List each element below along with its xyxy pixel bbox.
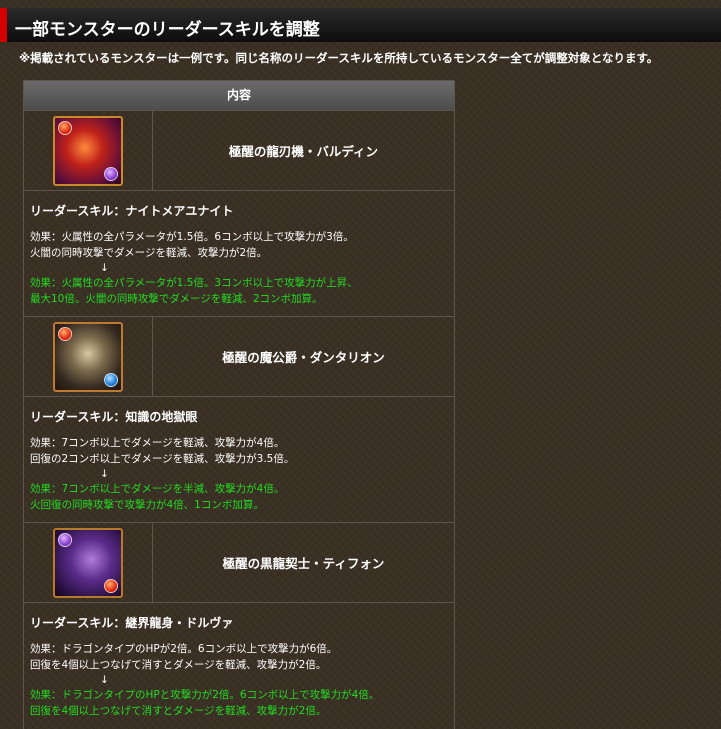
dark-orb-icon: [104, 166, 118, 181]
water-orb-icon: [104, 372, 118, 387]
after-effect-line: 回復を4個以上つなげて消すとダメージを軽減、攻撃力が2倍。: [30, 705, 327, 717]
leader-skill-name: リーダースキル：知識の地獄眼: [30, 410, 198, 424]
monster-name: 極醒の龍刃機・バルディン: [228, 144, 379, 159]
fire-orb-icon: [58, 326, 72, 341]
before-effect-line: 回復を4個以上つなげて消すとダメージを軽減、攻撃力が2倍。: [30, 659, 327, 671]
before-effect-line: 効果：7コンボ以上でダメージを軽減、攻撃力が4倍。: [30, 437, 285, 449]
adjustment-table: 内容 極醒の龍刃機・バルディン リーダースキル：ナイトメアユナイト 効果：火属性…: [23, 80, 455, 729]
before-effect-line: 効果：ドラゴンタイプのHPが2倍。6コンボ以上で攻撃力が6倍。: [30, 643, 338, 655]
skill-description: リーダースキル：継界龍身・ドルヴァ 効果：ドラゴンタイプのHPが2倍。6コンボ以…: [24, 603, 454, 729]
monster-row: 極醒の魔公爵・ダンタリオン: [24, 317, 454, 397]
fire-dragon-machine-icon[interactable]: [53, 115, 123, 186]
after-effect-line: 火回復の同時攻撃で攻撃力が4倍、1コンボ加算。: [30, 499, 264, 511]
down-arrow-icon: ↓: [100, 262, 109, 274]
black-dragon-contractor-icon[interactable]: [53, 527, 123, 598]
after-effect-line: 最大10倍。火闇の同時攻撃でダメージを軽減、2コンボ加算。: [30, 293, 323, 305]
fire-orb-icon: [104, 578, 118, 593]
demon-duke-icon[interactable]: [53, 321, 123, 392]
notice-text: ※掲載されているモンスターは一例です。同じ名称のリーダースキルを所持しているモン…: [19, 51, 659, 65]
monster-name: 極醒の魔公爵・ダンタリオン: [222, 350, 385, 365]
before-effect-line: 効果：火属性の全パラメータが1.5倍。6コンボ以上で攻撃力が3倍。: [30, 231, 354, 243]
leader-skill-name: リーダースキル：ナイトメアユナイト: [30, 204, 234, 218]
monster-name: 極醒の黒龍契士・ティフォン: [222, 556, 385, 571]
before-effect-line: 回復の2コンボ以上でダメージを軽減、攻撃力が3.5倍。: [30, 453, 295, 465]
fire-orb-icon: [58, 120, 72, 135]
skill-description: リーダースキル：知識の地獄眼 効果：7コンボ以上でダメージを軽減、攻撃力が4倍。…: [24, 397, 454, 523]
section-header: 一部モンスターのリーダースキルを調整: [0, 8, 721, 42]
table-header: 内容: [24, 81, 454, 111]
down-arrow-icon: ↓: [100, 674, 109, 686]
monster-row: 極醒の黒龍契士・ティフォン: [24, 523, 454, 603]
after-effect-line: 効果：7コンボ以上でダメージを半減、攻撃力が4倍。: [30, 483, 285, 495]
dark-orb-icon: [58, 532, 72, 547]
after-effect-line: 効果：ドラゴンタイプのHPと攻撃力が2倍。6コンボ以上で攻撃力が4倍。: [30, 689, 380, 701]
before-effect-line: 火闇の同時攻撃でダメージを軽減、攻撃力が2倍。: [30, 247, 268, 259]
section-title: 一部モンスターのリーダースキルを調整: [15, 20, 320, 40]
monster-row: 極醒の龍刃機・バルディン: [24, 111, 454, 191]
after-effect-line: 効果：火属性の全パラメータが1.5倍。3コンボ以上で攻撃力が上昇、: [30, 277, 358, 289]
down-arrow-icon: ↓: [100, 468, 109, 480]
skill-description: リーダースキル：ナイトメアユナイト 効果：火属性の全パラメータが1.5倍。6コン…: [24, 191, 454, 317]
leader-skill-name: リーダースキル：継界龍身・ドルヴァ: [30, 616, 234, 630]
